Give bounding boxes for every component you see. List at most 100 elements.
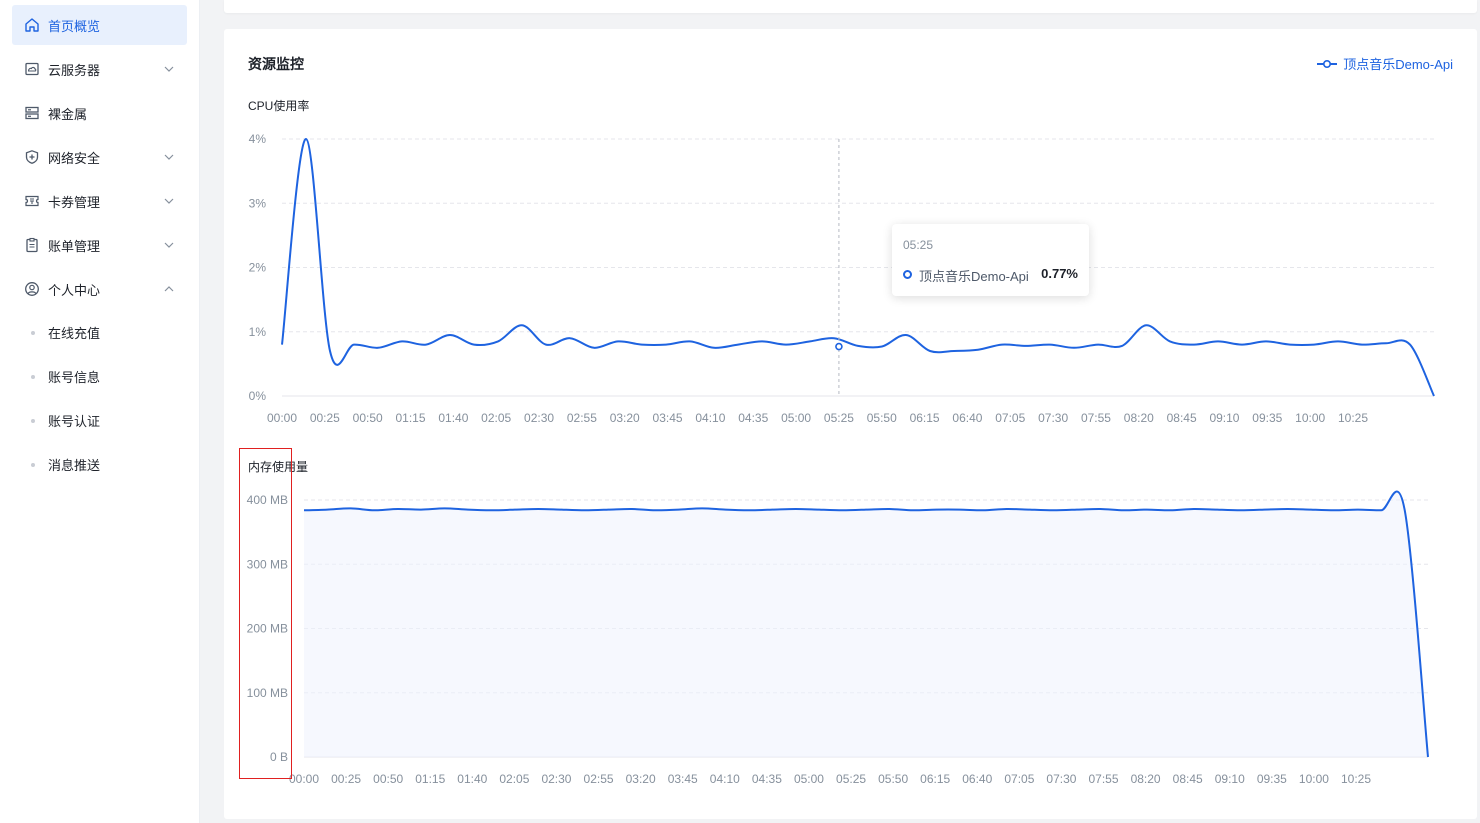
memory-x-tick-label: 06:40 — [962, 772, 992, 786]
cpu-y-tick-label: 4% — [249, 132, 267, 146]
sidebar-item-label: 裸金属 — [48, 106, 88, 122]
memory-x-tick-label: 10:25 — [1341, 772, 1371, 786]
memory-x-tick-label: 04:10 — [710, 772, 740, 786]
bullet-dot — [31, 463, 35, 467]
sidebar-item-label: 云服务器 — [48, 62, 101, 78]
cpu-x-tick-label: 00:50 — [353, 411, 383, 425]
sidebar-item-label: 首页概览 — [48, 18, 101, 34]
memory-x-tick-label: 08:20 — [1131, 772, 1161, 786]
cpu-x-tick-label: 00:25 — [310, 411, 340, 425]
cpu-x-tick-label: 05:25 — [824, 411, 854, 425]
cpu-x-tick-label: 04:10 — [695, 411, 725, 425]
cpu-x-tick-label: 02:55 — [567, 411, 597, 425]
memory-x-tick-label: 04:35 — [752, 772, 782, 786]
memory-y-tick-label: 100 MB — [247, 686, 288, 700]
cpu-x-tick-label: 09:35 — [1252, 411, 1282, 425]
server-rack-icon — [25, 106, 39, 120]
sidebar-item-network-security[interactable]: 网络安全 — [12, 137, 187, 177]
memory-y-tick-label: 0 B — [270, 750, 288, 764]
tooltip-series-dot — [903, 270, 912, 279]
cpu-y-tick-label: 3% — [249, 196, 267, 210]
memory-x-tick-label: 00:00 — [289, 772, 319, 786]
cpu-x-tick-label: 06:40 — [952, 411, 982, 425]
user-circle-icon — [25, 282, 39, 296]
tooltip-series-name: 顶点音乐Demo-Api — [919, 269, 1029, 284]
cpu-x-tick-label: 01:40 — [438, 411, 468, 425]
clipboard-icon — [26, 237, 38, 253]
cpu-x-tick-label: 07:30 — [1038, 411, 1068, 425]
cloud-server-icon — [25, 62, 39, 76]
bullet-dot — [31, 375, 35, 379]
memory-x-tick-label: 09:10 — [1215, 772, 1245, 786]
memory-x-tick-label: 09:35 — [1257, 772, 1287, 786]
chevron-down-icon — [164, 154, 174, 160]
sidebar-item-label: 网络安全 — [48, 150, 101, 166]
cpu-x-tick-label: 01:15 — [396, 411, 426, 425]
memory-x-tick-label: 05:50 — [878, 772, 908, 786]
sidebar-item-cloud-server[interactable]: 云服务器 — [12, 49, 187, 89]
sidebar-item-label: 卡券管理 — [48, 194, 101, 210]
cpu-x-tick-label: 08:45 — [1167, 411, 1197, 425]
cpu-x-tick-label: 03:45 — [653, 411, 683, 425]
memory-x-tick-label: 08:45 — [1173, 772, 1203, 786]
cpu-x-tick-label: 09:10 — [1209, 411, 1239, 425]
memory-x-tick-label: 07:05 — [1004, 772, 1034, 786]
cpu-x-tick-label: 10:00 — [1295, 411, 1325, 425]
memory-x-tick-label: 00:50 — [373, 772, 403, 786]
cpu-x-tick-label: 00:00 — [267, 411, 297, 425]
chevron-up-icon — [164, 286, 174, 292]
sidebar-subitem-label: 账号信息 — [48, 369, 101, 385]
bullet-dot — [31, 331, 35, 335]
sidebar-subitem-account-verification[interactable]: 账号认证 — [12, 402, 187, 438]
sidebar-item-home[interactable]: 首页概览 — [12, 5, 187, 45]
memory-x-tick-label: 07:55 — [1089, 772, 1119, 786]
cpu-x-tick-label: 02:30 — [524, 411, 554, 425]
sidebar-subitem-label: 在线充值 — [48, 325, 101, 341]
cpu-y-tick-label: 2% — [249, 261, 267, 275]
sidebar-item-bare-metal[interactable]: 裸金属 — [12, 93, 187, 133]
sidebar-subitem-recharge[interactable]: 在线充值 — [12, 314, 187, 350]
cpu-x-tick-label: 07:55 — [1081, 411, 1111, 425]
sidebar-subitem-message-push[interactable]: 消息推送 — [12, 446, 187, 482]
cpu-x-tick-label: 10:25 — [1338, 411, 1368, 425]
cpu-x-tick-label: 08:20 — [1124, 411, 1154, 425]
memory-x-tick-label: 02:30 — [541, 772, 571, 786]
cpu-x-tick-label: 02:05 — [481, 411, 511, 425]
memory-x-tick-label: 10:00 — [1299, 772, 1329, 786]
hover-point — [835, 342, 843, 351]
memory-y-tick-label: 400 MB — [247, 493, 288, 507]
memory-x-tick-label: 01:15 — [415, 772, 445, 786]
memory-x-tick-label: 05:00 — [794, 772, 824, 786]
tooltip-value: 0.77% — [1041, 266, 1078, 281]
sidebar-subitem-account-info[interactable]: 账号信息 — [12, 358, 187, 394]
chevron-down-icon — [164, 198, 174, 204]
sidebar-subitem-label: 账号认证 — [48, 413, 101, 429]
cpu-x-tick-label: 06:15 — [910, 411, 940, 425]
cpu-x-tick-label: 07:05 — [995, 411, 1025, 425]
memory-series-area — [304, 491, 1428, 757]
cpu-y-tick-label: 0% — [249, 389, 267, 403]
memory-x-tick-label: 02:05 — [499, 772, 529, 786]
memory-x-tick-label: 06:15 — [920, 772, 950, 786]
memory-x-tick-label: 03:20 — [626, 772, 656, 786]
sidebar-subitem-label: 消息推送 — [48, 457, 101, 473]
sidebar: 首页概览 云服务器 裸金属 网络安全 卡券管理 账单管理 个人中心 在线充值 账… — [0, 0, 200, 823]
chart-tooltip: 05:25 顶点音乐Demo-Api 0.77% — [892, 224, 1089, 296]
cpu-x-tick-label: 05:00 — [781, 411, 811, 425]
bullet-dot — [31, 419, 35, 423]
cpu-x-tick-label: 03:20 — [610, 411, 640, 425]
sidebar-item-personal-center[interactable]: 个人中心 — [12, 269, 187, 309]
charts-canvas[interactable]: 0% 1% 2% 3% 4% 00:00 00:25 00:50 01:15 01:40 02:05… — [224, 29, 1477, 819]
memory-y-tick-label: 200 MB — [247, 622, 288, 636]
sidebar-item-billing[interactable]: 账单管理 — [12, 225, 187, 265]
chevron-down-icon — [164, 242, 174, 248]
cpu-x-tick-label: 05:50 — [867, 411, 897, 425]
chevron-down-icon — [164, 66, 174, 72]
memory-x-tick-label: 05:25 — [836, 772, 866, 786]
sidebar-item-label: 账单管理 — [48, 238, 101, 254]
sidebar-item-coupons[interactable]: 卡券管理 — [12, 181, 187, 221]
memory-x-tick-label: 07:30 — [1046, 772, 1076, 786]
resource-monitor-card: 资源监控 顶点音乐Demo-Api CPU使用率 内存使用量 0% 1% 2% 3% 4… — [224, 29, 1477, 819]
memory-x-tick-label: 00:25 — [331, 772, 361, 786]
home-icon — [25, 18, 39, 32]
